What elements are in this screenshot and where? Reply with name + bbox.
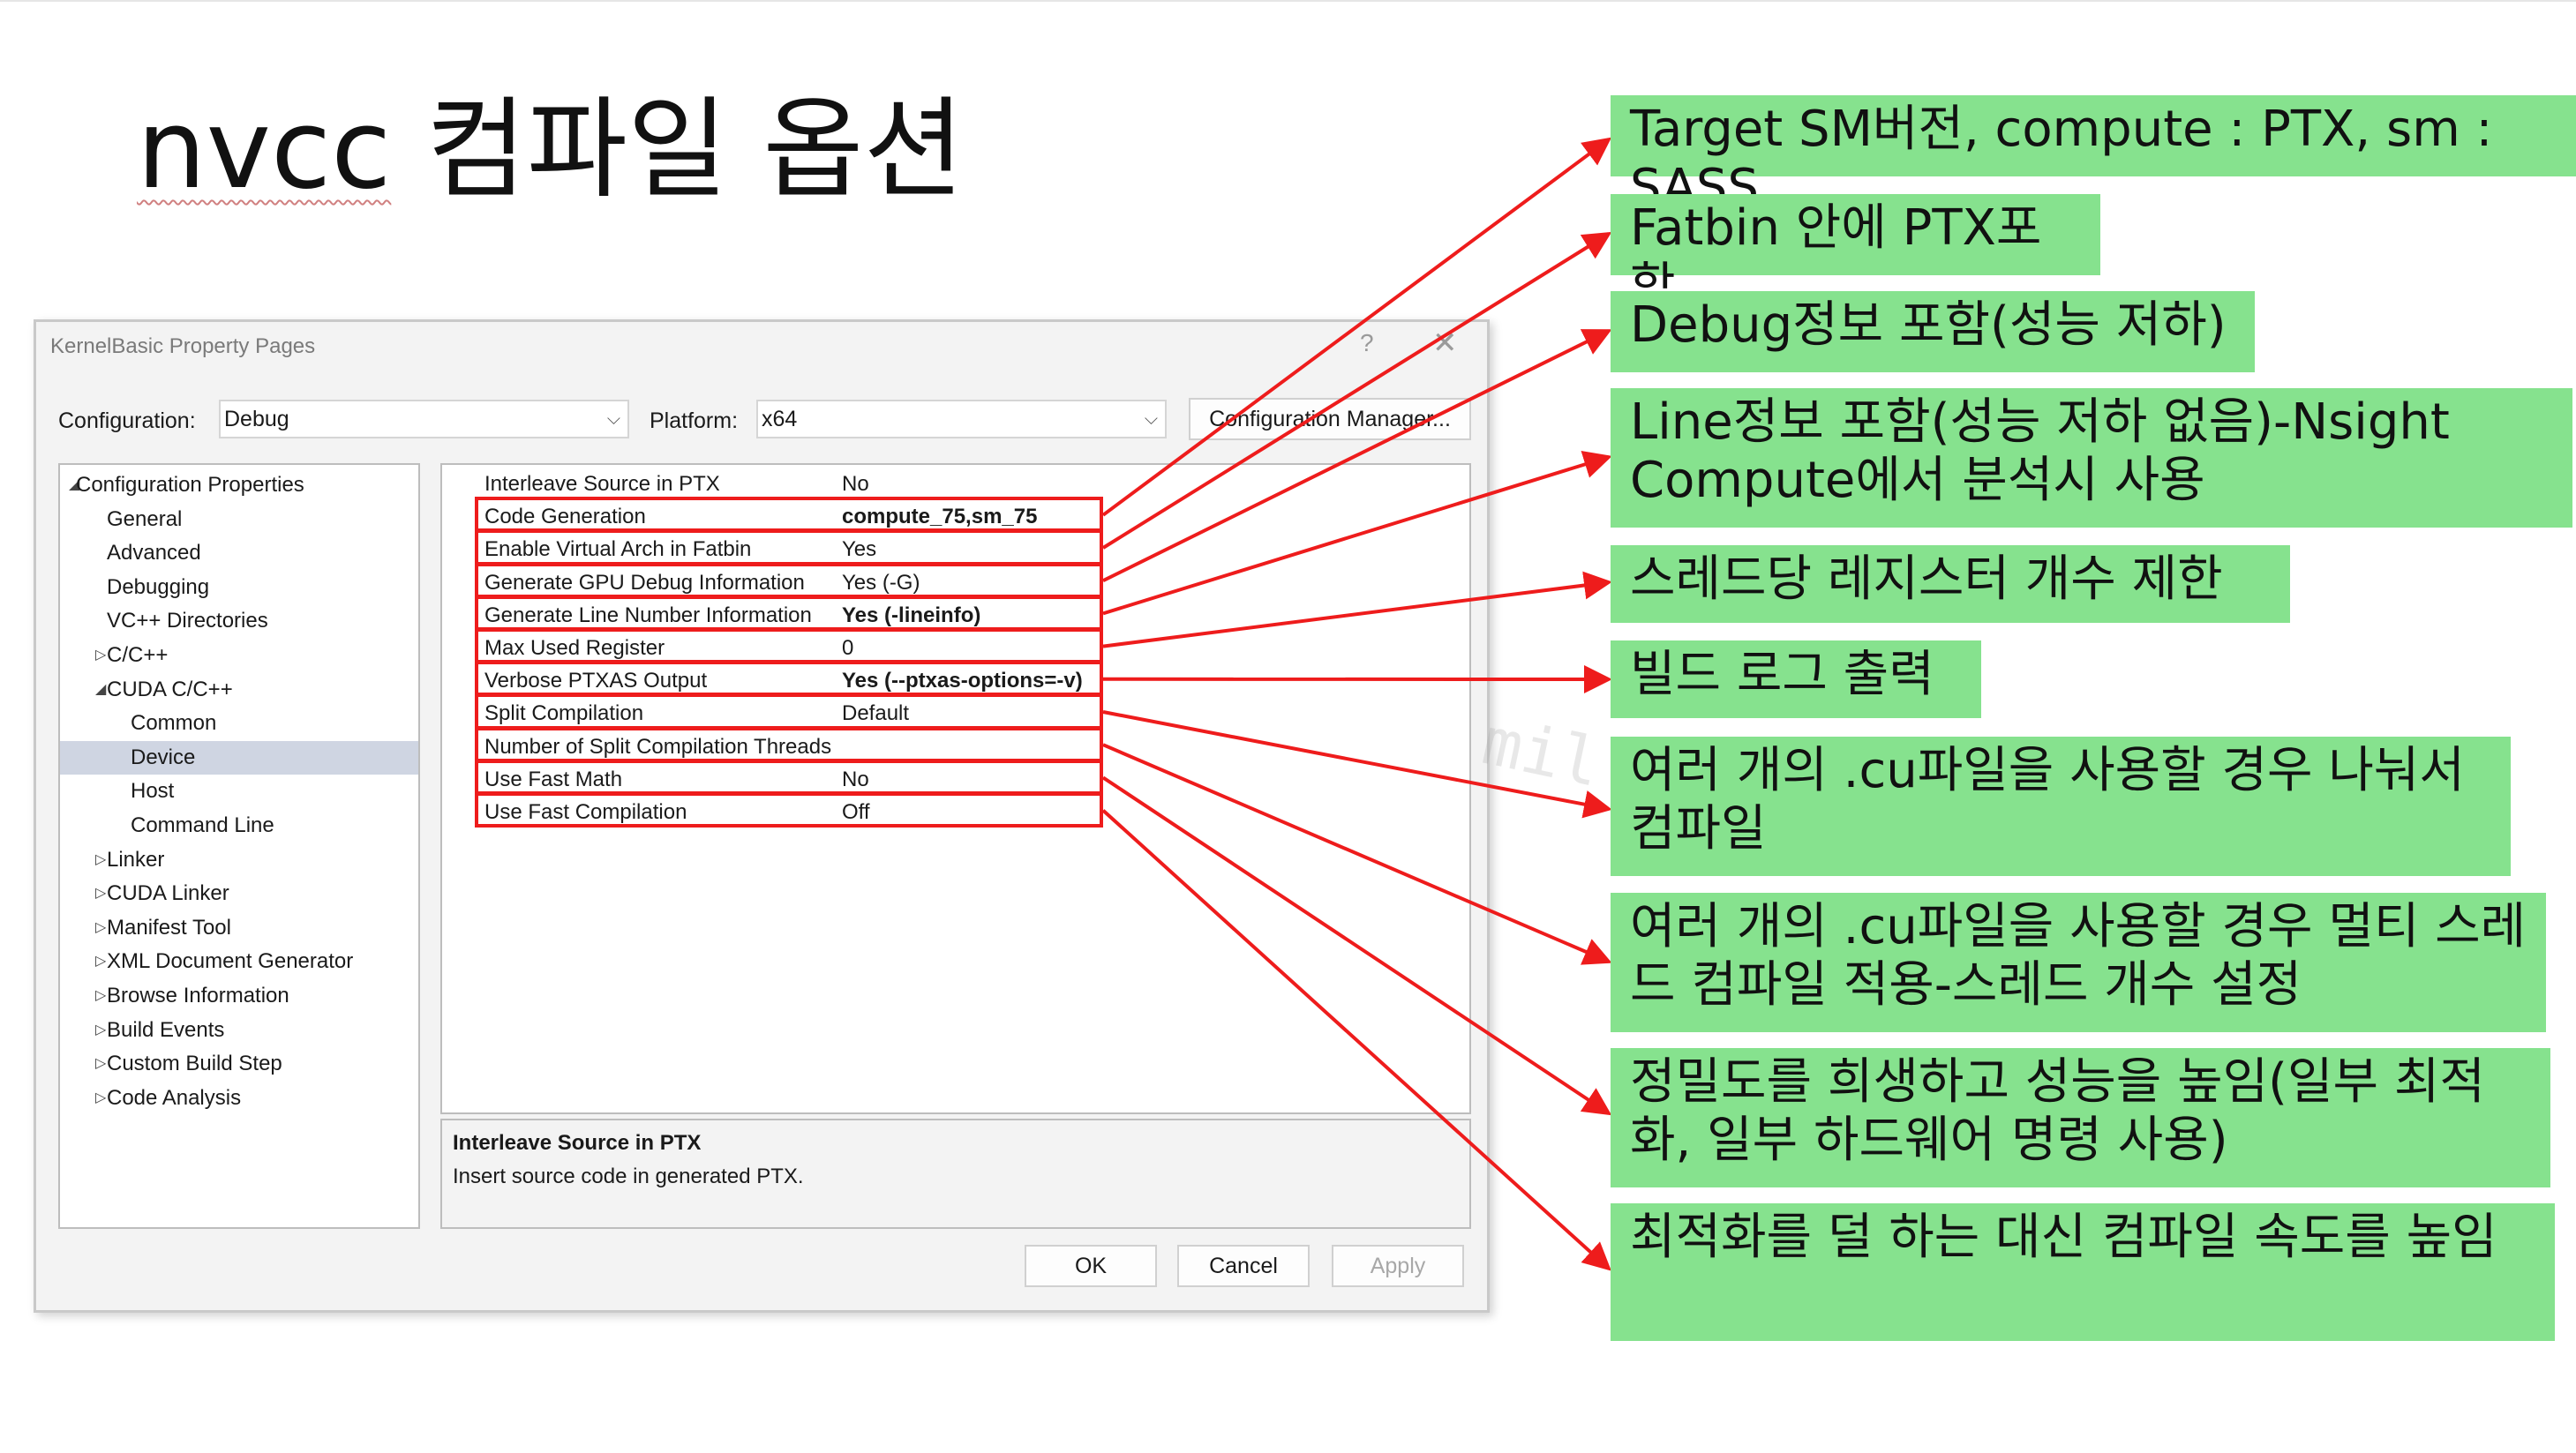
callout-box: 빌드 로그 출력 xyxy=(1611,640,1981,718)
callout-arrow xyxy=(1101,809,1611,1271)
callout-arrow xyxy=(1101,775,1612,1116)
callout-box: Line정보 포함(성능 저하 없음)-Nsight Compute에서 분석시… xyxy=(1611,388,2572,528)
callout-box: Fatbin 안에 PTX포함 xyxy=(1611,194,2100,315)
callout-arrow xyxy=(1102,571,1612,648)
callout-box: 여러 개의 .cu파일을 사용할 경우 나눠서 컴파일 xyxy=(1611,737,2511,876)
callout-arrow xyxy=(1102,710,1612,819)
callout-box: Target SM버전, compute : PTX, sm : SASS xyxy=(1611,95,2576,216)
callout-arrow xyxy=(1102,450,1612,616)
callout-box: 여러 개의 .cu파일을 사용할 경우 멀티 스레드 컴파일 적용-스레드 개수… xyxy=(1611,893,2546,1032)
callout-box: 정밀도를 희생하고 성능을 높임(일부 최적화, 일부 하드웨어 명령 사용) xyxy=(1611,1048,2550,1187)
callout-arrow xyxy=(1102,743,1612,965)
callout-arrow xyxy=(1101,137,1612,517)
callout-box: 최적화를 덜 하는 대신 컴파일 속도를 높임 xyxy=(1611,1203,2555,1341)
callout-box: 스레드당 레지스터 개수 제한 xyxy=(1611,545,2290,623)
callout-box: Debug정보 포함(성능 저하) xyxy=(1611,291,2255,372)
callout-arrow xyxy=(1102,329,1612,582)
callout-arrow xyxy=(1101,231,1612,550)
